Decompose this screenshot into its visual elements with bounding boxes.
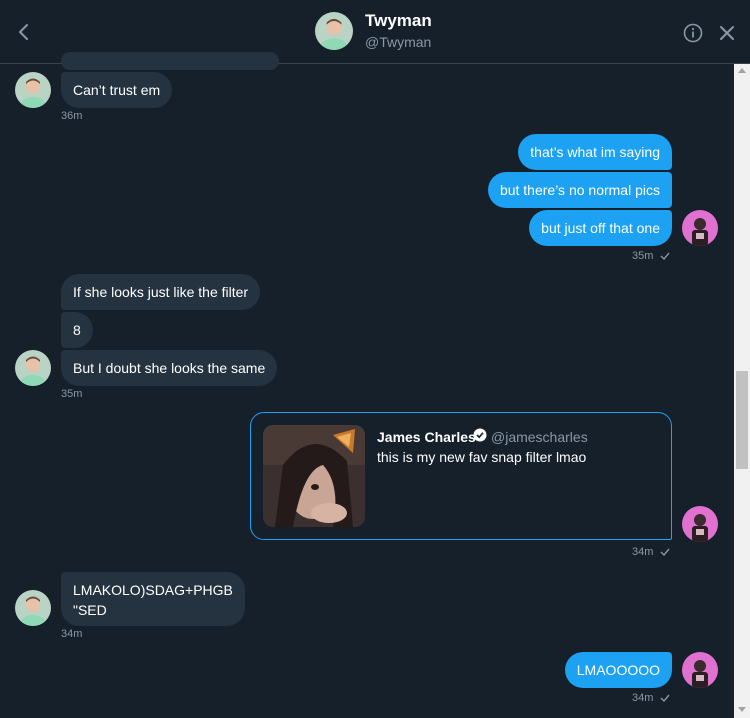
message-timestamp: 34m xyxy=(632,546,654,558)
header-avatar[interactable] xyxy=(315,12,353,50)
scroll-up-arrow-icon[interactable] xyxy=(738,68,746,73)
incoming-message-bubble: LMAKOLO)SDAG+PHGB "SED xyxy=(61,572,245,626)
back-chevron-icon[interactable] xyxy=(14,20,34,44)
header-username: @Twyman xyxy=(365,34,432,50)
read-checkmark-icon xyxy=(660,252,670,261)
verified-badge-icon xyxy=(473,428,487,442)
tweet-author-handle: @jamescharles xyxy=(491,429,588,445)
contact-avatar-image xyxy=(15,590,51,626)
contact-avatar[interactable] xyxy=(15,590,51,626)
outgoing-message-bubble: but there’s no normal pics xyxy=(487,172,672,208)
contact-avatar[interactable] xyxy=(15,72,51,108)
incoming-message-bubble: Can’t trust em xyxy=(61,72,173,108)
read-checkmark-icon xyxy=(660,548,670,557)
contact-avatar-image xyxy=(15,72,51,108)
close-icon[interactable] xyxy=(719,25,735,41)
read-checkmark-icon xyxy=(660,694,670,703)
tweet-text: this is my new fav snap filter lmao xyxy=(377,449,587,465)
incoming-message-bubble: 8 xyxy=(61,312,93,348)
own-avatar-image xyxy=(682,652,718,688)
message-timestamp: 34m xyxy=(632,692,654,704)
outgoing-message-bubble: but just off that one xyxy=(529,210,672,246)
own-avatar[interactable] xyxy=(682,210,718,246)
contact-avatar[interactable] xyxy=(15,350,51,386)
shared-tweet-card[interactable]: James Charles @jamescharles this is my n… xyxy=(250,412,672,540)
incoming-message-bubble: But I doubt she looks the same xyxy=(61,350,278,386)
outgoing-message-bubble: that’s what im saying xyxy=(518,134,672,170)
tweet-media-image[interactable] xyxy=(263,425,365,527)
scroll-down-arrow-icon[interactable] xyxy=(738,707,746,712)
partial-message-bubble xyxy=(61,52,279,70)
outgoing-message-bubble: LMAOOOOO xyxy=(564,652,672,688)
header-avatar-image xyxy=(315,12,353,50)
message-timestamp: 36m xyxy=(61,110,83,122)
message-timestamp: 34m xyxy=(61,628,83,640)
message-timestamp: 35m xyxy=(632,250,654,262)
tweet-author-name: James Charles xyxy=(377,429,476,445)
header-display-name: Twyman xyxy=(365,11,432,30)
own-avatar[interactable] xyxy=(682,506,718,542)
own-avatar-image xyxy=(682,210,718,246)
incoming-message-bubble: If she looks just like the filter xyxy=(61,274,261,310)
info-icon[interactable] xyxy=(683,23,703,43)
own-avatar[interactable] xyxy=(682,652,718,688)
scrollbar-thumb[interactable] xyxy=(736,371,748,469)
message-timestamp: 35m xyxy=(61,388,83,400)
own-avatar-image xyxy=(682,506,718,542)
tweet-photo xyxy=(263,425,365,527)
contact-avatar-image xyxy=(15,350,51,386)
